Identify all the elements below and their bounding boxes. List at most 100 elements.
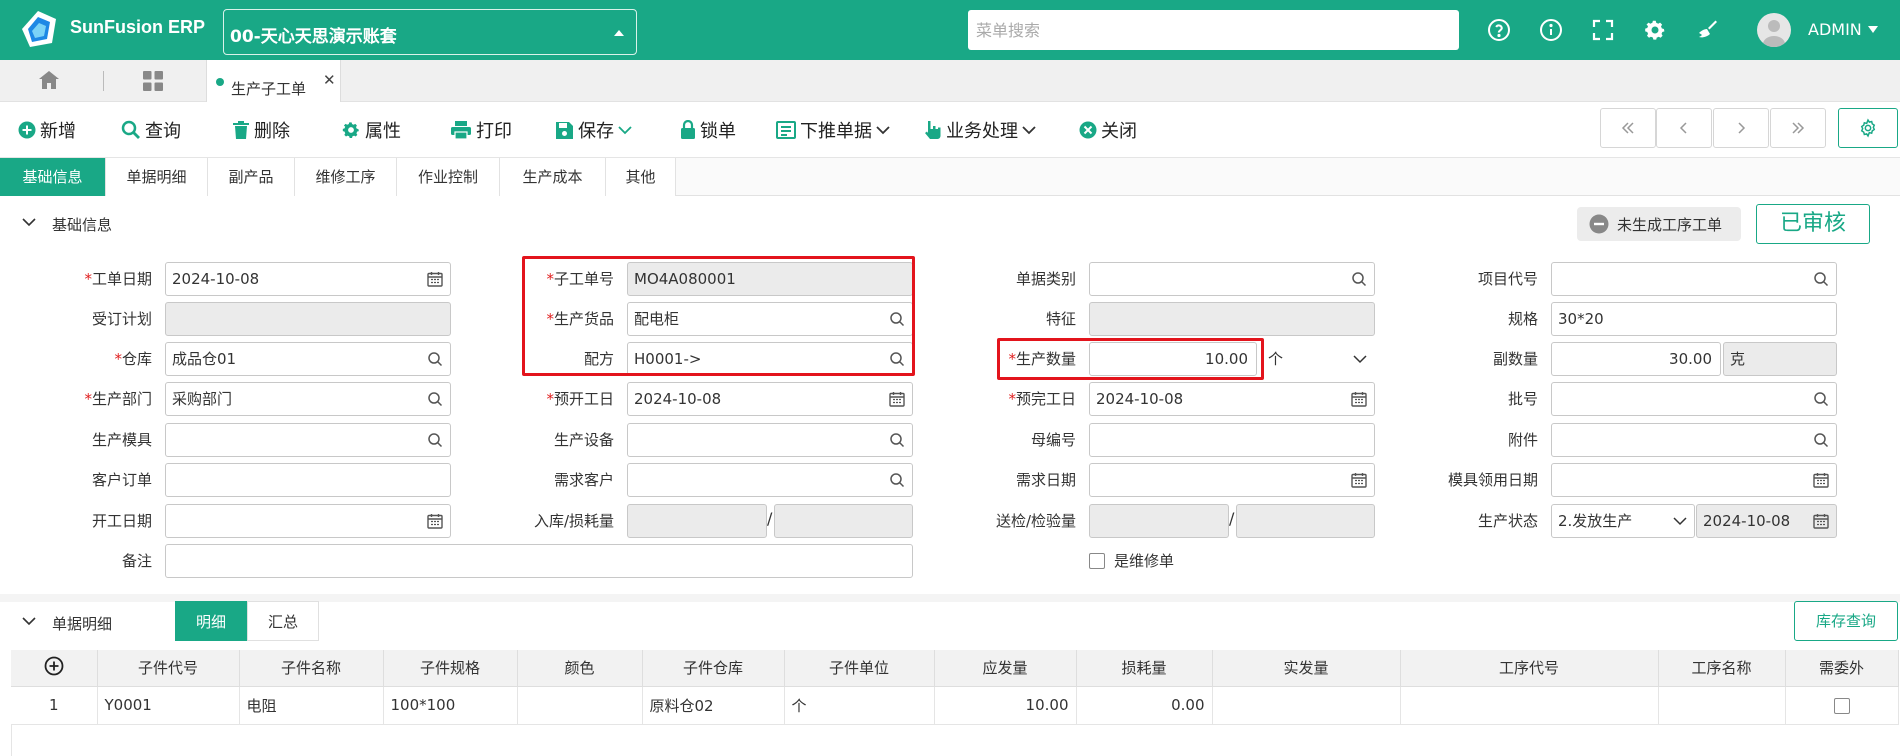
tab-other[interactable]: 其他 — [606, 158, 676, 196]
column-header[interactable]: 子件单位 — [784, 650, 935, 687]
work-date-field[interactable]: 2024-10-08 — [165, 262, 451, 296]
search-icon[interactable] — [427, 432, 443, 448]
column-header[interactable]: 应发量 — [934, 650, 1077, 687]
chevron-down-icon[interactable] — [22, 217, 36, 227]
cell-color[interactable] — [517, 686, 643, 725]
column-header[interactable]: 颜色 — [517, 650, 643, 687]
column-header[interactable]: 需委外 — [1785, 650, 1899, 687]
gear-icon[interactable] — [1643, 18, 1667, 42]
print-button[interactable]: 打印 — [450, 117, 512, 143]
avatar[interactable] — [1757, 13, 1791, 47]
close-tab-icon[interactable]: ✕ — [323, 71, 336, 89]
new-button[interactable]: 新增 — [18, 117, 76, 143]
warehouse-field[interactable]: 成品仓01 — [165, 342, 451, 376]
calendar-icon[interactable] — [1351, 391, 1367, 407]
tab-detail[interactable]: 明细 — [175, 601, 247, 641]
prod-dept-field[interactable]: 采购部门 — [165, 382, 451, 416]
column-header[interactable]: 子件代号 — [97, 650, 240, 687]
plus-circle-icon[interactable] — [44, 656, 64, 676]
broom-icon[interactable] — [1695, 18, 1719, 42]
spec-field[interactable]: 30*20 — [1551, 302, 1837, 336]
column-header[interactable]: 损耗量 — [1076, 650, 1213, 687]
cell-op-name[interactable] — [1658, 686, 1786, 725]
demand-date-field[interactable] — [1089, 463, 1375, 497]
start-date-field[interactable] — [165, 504, 451, 538]
prod-mold-field[interactable] — [165, 423, 451, 457]
repair-order-checkbox[interactable] — [1089, 553, 1105, 569]
push-down-button[interactable]: 下推单据 — [776, 117, 890, 143]
remark-field[interactable] — [165, 544, 913, 578]
chevron-down-icon[interactable] — [618, 125, 632, 135]
sub-qty-field[interactable]: 30.00 — [1551, 342, 1721, 376]
tab-document-detail[interactable]: 单据明细 — [106, 158, 208, 196]
tab-production-cost[interactable]: 生产成本 — [500, 158, 606, 196]
column-header[interactable]: 工序代号 — [1400, 650, 1659, 687]
search-icon[interactable] — [889, 472, 905, 488]
column-header[interactable]: 子件名称 — [239, 650, 384, 687]
first-record-button[interactable] — [1600, 108, 1656, 148]
cell-code[interactable]: Y0001 — [97, 686, 240, 725]
properties-button[interactable]: 属性 — [341, 117, 401, 143]
caret-down-icon[interactable] — [1868, 26, 1878, 34]
cell-warehouse[interactable]: 原料仓02 — [642, 686, 785, 725]
tab-summary[interactable]: 汇总 — [247, 601, 319, 641]
account-select[interactable]: 00-天心天思演示账套 — [223, 9, 637, 55]
tab-job-control[interactable]: 作业控制 — [397, 158, 500, 196]
column-header[interactable]: 子件规格 — [383, 650, 518, 687]
apps-grid-icon[interactable] — [142, 70, 164, 92]
lock-button[interactable]: 锁单 — [680, 117, 736, 143]
attachment-field[interactable] — [1551, 423, 1837, 457]
cell-spec[interactable]: 100*100 — [383, 686, 518, 725]
chevron-down-icon[interactable] — [22, 616, 36, 626]
tab-repair-operations[interactable]: 维修工序 — [295, 158, 397, 196]
search-icon[interactable] — [1813, 271, 1829, 287]
cell-unit[interactable]: 个 — [784, 686, 935, 725]
table-row[interactable]: 1 Y0001 电阻 100*100 原料仓02 个 10.00 0.00 — [11, 686, 1899, 725]
column-header[interactable]: 子件仓库 — [642, 650, 785, 687]
prod-status-select[interactable]: 2.发放生产 — [1551, 504, 1695, 538]
stock-query-button[interactable]: 库存查询 — [1794, 601, 1898, 641]
plan-finish-field[interactable]: 2024-10-08 — [1089, 382, 1375, 416]
close-button[interactable]: 关闭 — [1079, 117, 1137, 143]
column-header[interactable]: 工序名称 — [1658, 650, 1786, 687]
cell-outsource[interactable] — [1785, 686, 1899, 725]
calendar-icon[interactable] — [1813, 472, 1829, 488]
cell-op-code[interactable] — [1400, 686, 1659, 725]
cell-actual[interactable] — [1212, 686, 1401, 725]
batch-no-field[interactable] — [1551, 382, 1837, 416]
cell-qty[interactable]: 10.00 — [934, 686, 1077, 725]
cell-loss[interactable]: 0.00 — [1076, 686, 1213, 725]
column-header[interactable]: 实发量 — [1212, 650, 1401, 687]
prod-equipment-field[interactable] — [627, 423, 913, 457]
tab-basic-info[interactable]: 基础信息 — [0, 158, 106, 196]
doc-type-field[interactable] — [1089, 262, 1375, 296]
calendar-icon[interactable] — [427, 513, 443, 529]
query-button[interactable]: 查询 — [121, 117, 181, 143]
info-icon[interactable] — [1539, 18, 1563, 42]
help-icon[interactable] — [1487, 18, 1511, 42]
next-record-button[interactable] — [1713, 108, 1769, 148]
search-icon[interactable] — [427, 351, 443, 367]
calendar-icon[interactable] — [1351, 472, 1367, 488]
mold-use-date-field[interactable] — [1551, 463, 1837, 497]
plan-start-field[interactable]: 2024-10-08 — [627, 382, 913, 416]
delete-button[interactable]: 删除 — [232, 117, 290, 143]
home-icon[interactable] — [38, 70, 60, 90]
tab-production-sub-order[interactable]: 生产子工单 ✕ — [206, 60, 341, 102]
outsource-checkbox[interactable] — [1833, 697, 1850, 714]
search-icon[interactable] — [427, 391, 443, 407]
fullscreen-icon[interactable] — [1591, 18, 1615, 42]
approved-button[interactable]: 已审核 — [1756, 204, 1870, 244]
search-icon[interactable] — [1813, 432, 1829, 448]
menu-search-input[interactable] — [968, 10, 1459, 50]
add-row-cell[interactable] — [11, 650, 98, 687]
search-icon[interactable] — [1351, 271, 1367, 287]
search-icon[interactable] — [1813, 391, 1829, 407]
search-icon[interactable] — [889, 432, 905, 448]
project-code-field[interactable] — [1551, 262, 1837, 296]
form-settings-button[interactable] — [1838, 108, 1898, 148]
calendar-icon[interactable] — [427, 271, 443, 287]
last-record-button[interactable] — [1770, 108, 1826, 148]
cell-name[interactable]: 电阻 — [239, 686, 384, 725]
demand-customer-field[interactable] — [627, 463, 913, 497]
